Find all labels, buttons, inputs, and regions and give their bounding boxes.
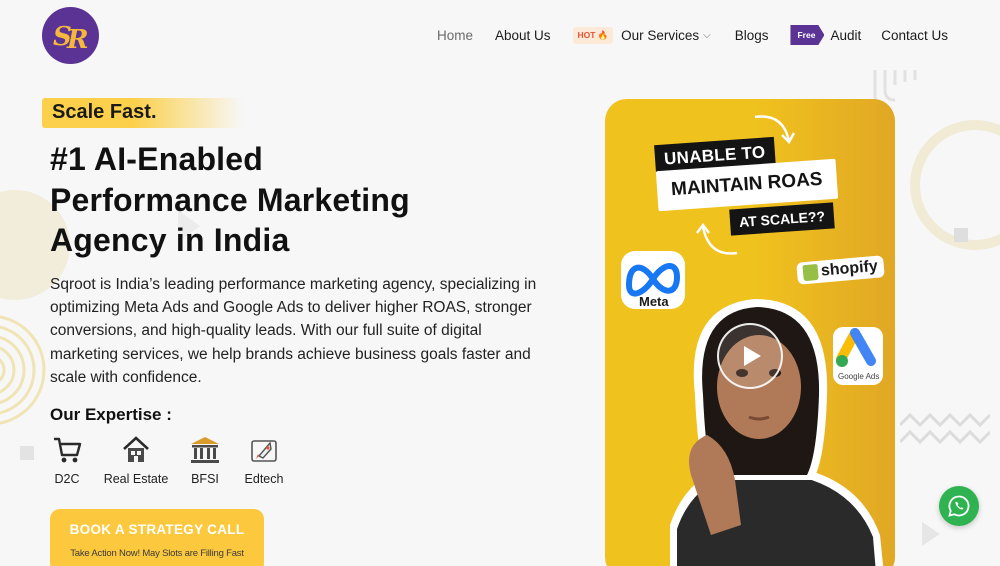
brand-logo[interactable]: S R	[42, 7, 99, 64]
cart-icon	[54, 437, 82, 463]
nav-blogs[interactable]: Blogs	[735, 22, 769, 48]
nav-blogs-label: Blogs	[734, 27, 769, 43]
nav-about-label: About Us	[494, 27, 551, 43]
expertise-label: D2C	[54, 472, 80, 486]
nav-about-us[interactable]: About Us	[495, 22, 551, 48]
expertise-item-edtech: Edtech	[242, 434, 286, 486]
nav-audit[interactable]: Audit	[830, 22, 861, 48]
expertise-title: Our Expertise :	[50, 405, 172, 424]
hot-badge-text: HOT	[577, 30, 596, 40]
expertise-label: Edtech	[244, 472, 284, 486]
expertise-label: BFSI	[191, 472, 219, 486]
hero-tag-wrap: Scale Fast.	[42, 98, 243, 128]
site-header: S R Home About Us HOT 🔥 Our Services ⌵ Blo…	[0, 0, 1000, 70]
svg-text:R: R	[66, 25, 89, 55]
bank-icon	[191, 437, 219, 463]
nav-contact-us[interactable]: Contact Us	[881, 22, 948, 48]
nav-audit-label: Audit	[830, 27, 862, 43]
headline-line-1: #1 AI-Enabled	[50, 141, 264, 177]
book-strategy-call-button[interactable]: BOOK A STRATEGY CALL Take Action Now! Ma…	[50, 509, 264, 566]
decorative-square	[20, 446, 34, 460]
logo-mark-icon: S R	[53, 22, 89, 55]
headline-line-2: Performance Marketing	[50, 181, 410, 218]
expertise-item-bfsi: BFSI	[188, 434, 222, 486]
google-ads-label: Google Ads	[838, 372, 879, 381]
chevron-down-icon: ⌵	[703, 29, 711, 41]
video-play-button[interactable]	[717, 323, 783, 389]
fire-icon: 🔥	[597, 29, 609, 40]
nav-our-services[interactable]: Our Services ⌵	[621, 22, 711, 48]
rocket-icon	[251, 440, 277, 462]
nav-home-label: Home	[436, 27, 473, 43]
play-icon	[744, 346, 761, 366]
decorative-triangle	[922, 522, 940, 546]
decorative-zigzag	[900, 412, 990, 445]
headline-line-3: Agency in India	[50, 222, 290, 258]
expertise-item-d2c: D2C	[50, 434, 84, 486]
nav-contact-label: Contact Us	[881, 27, 948, 43]
free-badge: Free	[790, 25, 825, 45]
hero-description: Sqroot is India’s leading performance ma…	[50, 276, 537, 386]
house-icon	[123, 436, 149, 462]
expertise-item-real-estate: Real Estate	[102, 434, 170, 486]
decorative-square	[954, 228, 968, 242]
cta-label: BOOK A STRATEGY CALL	[69, 522, 245, 537]
hero-tag: Scale Fast.	[42, 98, 243, 128]
expertise-list: D2C Real Estate BFSI Edtech	[50, 434, 286, 486]
whatsapp-chat-button[interactable]	[939, 486, 979, 526]
main-nav: Home About Us HOT 🔥 Our Services ⌵ Blogs F…	[437, 22, 948, 48]
hot-badge: HOT 🔥	[572, 26, 614, 44]
hero-headline: #1 AI-Enabled Performance Marketing Agen…	[50, 139, 510, 261]
whatsapp-icon	[948, 495, 970, 517]
person-image	[670, 299, 884, 566]
nav-home[interactable]: Home	[437, 22, 473, 48]
expertise-label: Real Estate	[103, 472, 169, 486]
decorative-ring	[910, 120, 1000, 250]
hero-video[interactable]: UNABLE TO MAINTAIN ROAS AT SCALE?? Meta …	[605, 99, 895, 566]
cta-subtext: Take Action Now! May Slots are Filling F…	[70, 548, 244, 559]
curved-arrow-icon	[696, 223, 738, 255]
google-ads-logo-icon: Google Ads	[833, 327, 883, 385]
nav-services-label: Our Services	[621, 27, 700, 43]
